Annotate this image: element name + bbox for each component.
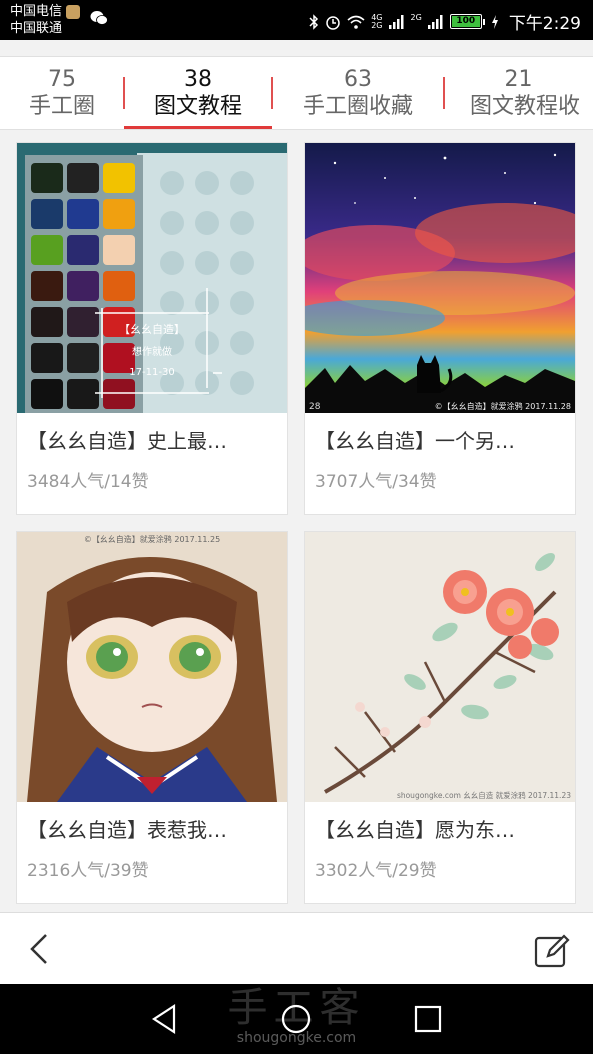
- tab-label: 图文教程收: [470, 94, 581, 119]
- tab-label: 手工圈: [28, 94, 95, 119]
- card-title: 【幺幺自造】史上最…: [27, 429, 227, 453]
- bluetooth-icon: [309, 13, 319, 30]
- status-indicators: 4G 2G 2G 100 下午2:29: [309, 9, 581, 34]
- battery-icon: 100: [449, 14, 485, 29]
- wifi-icon: [347, 15, 365, 29]
- signal-icon: [388, 14, 404, 29]
- header-gap: [0, 40, 593, 56]
- corner-mark: 28: [309, 402, 321, 412]
- thumb-caption: ©【幺幺自造】就爱涂鸦 2017.11.25: [84, 534, 220, 544]
- tutorial-card[interactable]: 【幺幺自造】 想作就做 17-11-30 【幺幺自造】史上最… 3484人气/1…: [16, 142, 288, 515]
- bottom-toolbar: [0, 912, 593, 984]
- overlay-slogan: 想作就做: [132, 345, 172, 358]
- status-bar: 中国电信 中国联通 4G 2G 2G 100 下午2:29: [0, 0, 593, 40]
- card-stats: 2316人气/39赞: [27, 861, 149, 881]
- tab-handcraft-favorites[interactable]: 63 手工圈收藏: [272, 57, 444, 129]
- card-title: 【幺幺自造】表惹我…: [27, 818, 227, 842]
- card-stats: 3302人气/29赞: [315, 861, 437, 881]
- clock: 下午2:29: [508, 14, 581, 34]
- tab-handcraft-circle[interactable]: 75 手工圈: [0, 57, 124, 129]
- edit-icon[interactable]: [533, 931, 571, 969]
- thumb-caption: shougongke.com 幺幺自造 就爱涂鸦 2017.11.23: [397, 790, 571, 800]
- battery-level: 100: [451, 16, 480, 27]
- carrier-2: 中国联通: [10, 21, 63, 36]
- card-stats: 3484人气/14赞: [27, 472, 149, 492]
- tutorial-card[interactable]: shougongke.com 幺幺自造 就爱涂鸦 2017.11.23 【幺幺自…: [304, 531, 576, 904]
- nav-home-icon[interactable]: [279, 1002, 313, 1036]
- charging-icon: [491, 14, 498, 29]
- tab-count: 38: [184, 67, 212, 92]
- tab-count: 75: [48, 67, 76, 92]
- card-title: 【幺幺自造】愿为东…: [315, 818, 515, 842]
- thumb-caption: ©【幺幺自造】就爱涂鸦 2017.11.28: [435, 401, 571, 411]
- tab-bar: 75 手工圈 38 图文教程 63 手工圈收藏 21 图文教程收: [0, 56, 593, 130]
- tab-label: 图文教程: [153, 94, 242, 119]
- card-thumbnail-paint-palette: 【幺幺自造】 想作就做 17-11-30: [17, 143, 287, 413]
- wechat-icon: [90, 11, 108, 25]
- back-icon[interactable]: [22, 931, 58, 967]
- card-title: 【幺幺自造】一个另…: [315, 429, 515, 453]
- overlay-brand: 【幺幺自造】: [119, 322, 185, 336]
- network-type-2: 2G: [410, 12, 422, 22]
- card-thumbnail-galaxy-cat: 28 ©【幺幺自造】就爱涂鸦 2017.11.28: [305, 143, 575, 413]
- card-stats: 3707人气/34赞: [315, 472, 437, 492]
- alarm-icon: [326, 15, 340, 30]
- system-nav-bar: [0, 984, 593, 1054]
- network-type-1: 4G 2G: [371, 12, 383, 30]
- tab-count: 63: [344, 67, 372, 92]
- carrier-info: 中国电信 中国联通: [10, 3, 81, 37]
- app-notification-icon: [66, 4, 81, 19]
- tab-count: 21: [504, 67, 533, 92]
- tutorial-card[interactable]: 28 ©【幺幺自造】就爱涂鸦 2017.11.28 【幺幺自造】一个另… 370…: [304, 142, 576, 515]
- active-tab-indicator: [124, 126, 272, 129]
- tutorial-card[interactable]: ©【幺幺自造】就爱涂鸦 2017.11.25 【幺幺自造】表惹我… 2316人气…: [16, 531, 288, 904]
- nav-back-icon[interactable]: [148, 1002, 182, 1036]
- card-thumbnail-flower-branch: shougongke.com 幺幺自造 就爱涂鸦 2017.11.23: [305, 532, 575, 802]
- tab-tutorial-favorites[interactable]: 21 图文教程收: [444, 57, 593, 129]
- nav-recents-icon[interactable]: [411, 1002, 445, 1036]
- tab-label: 手工圈收藏: [302, 94, 413, 119]
- overlay-date: 17-11-30: [129, 367, 174, 378]
- signal-icon-2: [427, 14, 443, 29]
- carrier-1: 中国电信: [10, 4, 63, 19]
- tab-tutorials[interactable]: 38 图文教程: [124, 57, 272, 129]
- card-thumbnail-anime-girl: ©【幺幺自造】就爱涂鸦 2017.11.25: [17, 532, 287, 802]
